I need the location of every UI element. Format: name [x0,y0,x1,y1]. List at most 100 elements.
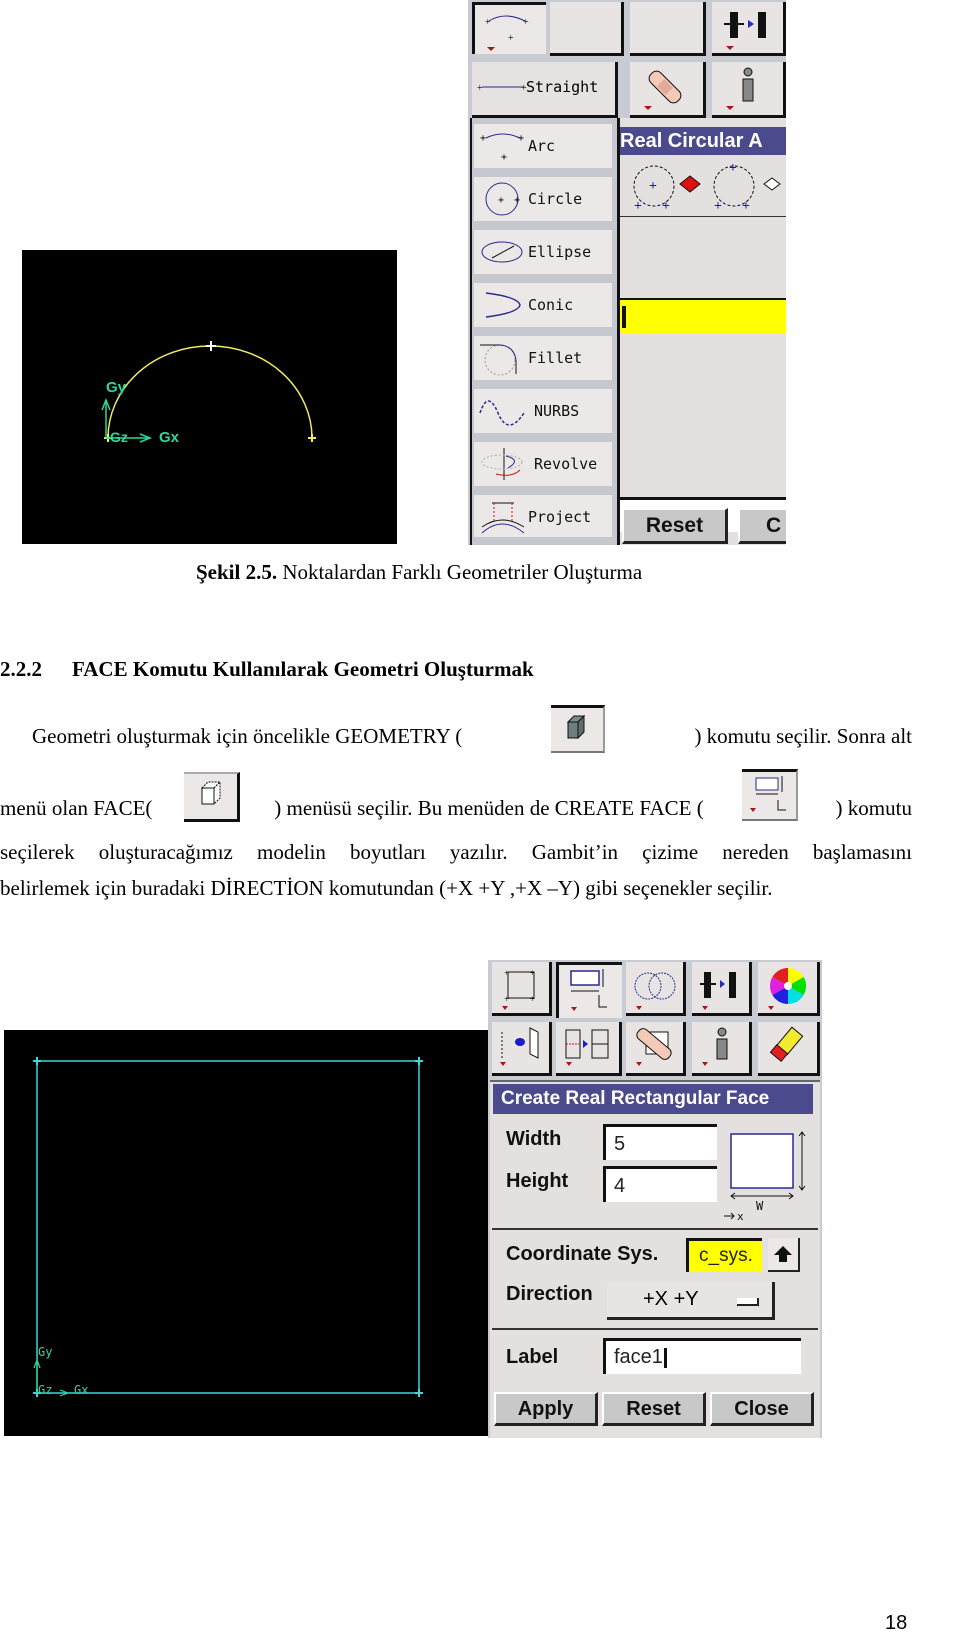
bandage-icon [636,1028,672,1066]
body-line-3: seçilerek oluşturacağımız modelin boyutl… [0,834,912,870]
body-text: belirlemek için buradaki DİRECTİON komut… [0,876,773,900]
menu-item-label: Straight [526,78,599,96]
height-input[interactable]: 4 [603,1166,717,1202]
graphics-viewport-rectangle[interactable]: Gy Gz Gx [4,1030,488,1436]
arc-point-top [206,341,216,351]
dialog-title: Real Circular A [620,127,786,155]
arc-method-three-point-option[interactable]: + + + [713,161,755,214]
toolbar-boolean-button[interactable] [626,962,686,1016]
svg-text:+: + [729,161,737,176]
direction-dropdown[interactable]: +X +Y [607,1282,775,1320]
menu-item-conic[interactable]: Conic [474,283,612,327]
toolbar-vertex-button[interactable]: + + + + [492,962,552,1016]
menu-item-label: NURBS [534,402,580,420]
direction-label: Direction [506,1283,593,1305]
toolbar-connect-button[interactable] [692,962,752,1016]
graphics-viewport-arc[interactable]: Gy Gz Gx [22,250,397,544]
toolbar-info-button[interactable] [712,62,786,118]
conic-icon [485,292,521,318]
menu-item-label: Conic [528,296,574,314]
menu-item-fillet[interactable]: Fillet [474,336,612,380]
toolbar-empty-button-2[interactable] [630,2,706,56]
menu-item-straight-selected[interactable]: + + Straight [472,62,618,118]
vertex-input-field[interactable] [620,298,786,334]
preview-w-label: W [756,1199,764,1213]
vertex-bottom-right [415,1389,423,1397]
menu-item-revolve[interactable]: Revolve [474,442,612,486]
option-menu-indicator-icon [737,1298,759,1306]
preview-x-label: x [737,1210,744,1223]
body-text: menü olan FACE( [0,796,153,820]
toolbar-empty-button-1[interactable] [550,2,624,56]
ellipse-icon [481,241,523,263]
menu-item-arc[interactable]: + + + Arc [474,124,612,168]
axis-label-gz: Gz [38,1383,52,1397]
apply-button[interactable]: Apply [494,1392,598,1426]
menu-item-nurbs[interactable]: NURBS [474,389,612,433]
svg-text:+: + [504,994,509,1004]
eraser-icon [769,1026,804,1063]
toolbar-connect-button[interactable] [712,2,786,56]
toolbar-create-face-button[interactable] [556,962,622,1018]
caption-text: Noktalardan Farklı Geometriler Oluşturma [277,560,643,584]
nurbs-icon [479,400,525,426]
text-cursor-icon [663,1347,667,1368]
toolbar-color-button[interactable] [758,962,820,1016]
menu-item-circle[interactable]: + + Circle [474,177,612,221]
menu-item-project[interactable]: Project [474,495,612,537]
axis-label-gx: Gx [74,1383,88,1397]
svg-text:+: + [649,179,657,194]
toolbar-create-edge-button[interactable]: + + + [472,2,546,54]
coordinate-sys-pick-button[interactable] [768,1238,800,1272]
body-text: Geometri oluşturmak için öncelikle GEOME… [32,724,463,748]
coordinate-sys-value: c_sys. [699,1245,753,1266]
close-button-partial[interactable]: C [738,508,786,544]
close-button[interactable]: Close [710,1392,814,1426]
toolbar-delete-button[interactable] [758,1022,820,1076]
width-input[interactable]: 5 [603,1124,717,1160]
up-arrow-icon [774,1246,792,1262]
selected-radio-icon [679,175,701,193]
create-face-command-icon [741,769,798,821]
dialog-title: Create Real Rectangular Face [493,1084,813,1114]
straight-line-icon: + + [477,83,527,94]
body-text: ) menüsü seçilir. Bu menüden de CREATE F… [274,796,704,820]
svg-text:+: + [714,199,722,214]
connect-icon [724,12,766,50]
vertex-top-left [33,1057,41,1065]
body-text: ) komutu [835,796,912,820]
reset-button[interactable]: Reset [602,1392,706,1426]
toolbar-repair-button[interactable] [630,62,706,118]
label-value: face1 [614,1346,663,1368]
reset-button[interactable]: Reset [622,508,728,544]
direction-value: +X +Y [643,1288,699,1310]
svg-text:+: + [742,199,750,214]
project-icon [481,502,525,534]
menu-item-ellipse[interactable]: Ellipse [474,230,612,274]
color-wheel-icon [768,968,807,1010]
caption-number: Şekil 2.5. [196,560,278,584]
toolbar-split-button[interactable] [556,1022,622,1076]
svg-text:+: + [523,17,529,28]
info-icon [702,1027,728,1066]
section-heading: 2.2.2 FACE Komutu Kullanılarak Geometri O… [0,657,960,682]
info-icon [726,67,754,110]
svg-text:+: + [501,152,507,163]
arc-icon: + + + [480,133,524,163]
coordinate-sys-input[interactable]: c_sys. [686,1238,762,1272]
face-menu-icon [184,772,241,822]
split-face-icon [565,1029,609,1066]
toolbar-move-button[interactable] [492,1022,552,1076]
figure-caption: Şekil 2.5. Noktalardan Farklı Geometrile… [196,560,796,585]
arc-method-center-option[interactable]: + + + [633,165,675,214]
label-input[interactable]: face1 [603,1338,801,1374]
svg-text:+: + [485,17,491,28]
toolbar-repair-button[interactable] [626,1022,686,1076]
circle-icon: + + [485,182,520,216]
arc-tool-icon: + + + [485,15,529,51]
divider [492,1228,818,1230]
section-title: FACE Komutu Kullanılarak Geometri Oluştu… [72,657,534,681]
arc-drawing: Gy Gz Gx [101,341,316,446]
divider [492,1328,818,1330]
toolbar-info-button[interactable] [692,1022,752,1076]
